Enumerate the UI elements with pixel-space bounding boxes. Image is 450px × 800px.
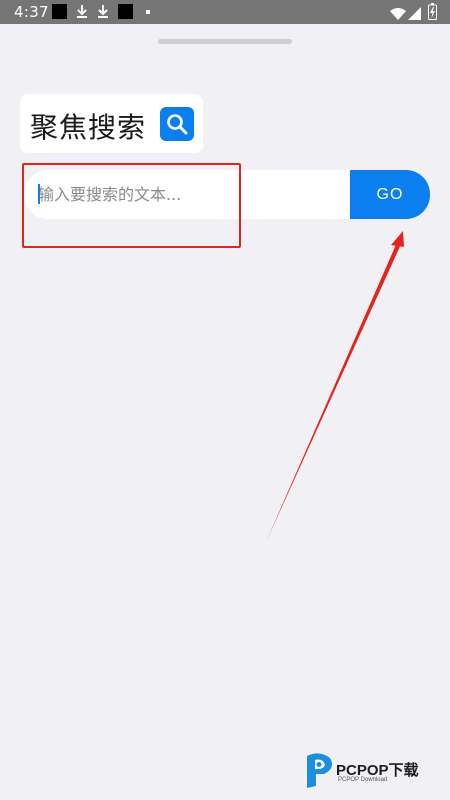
pcpop-logo [307, 753, 332, 788]
dot-icon [146, 10, 150, 14]
app-screen: 4:37 聚焦搜索 输入要搜索的文本... GO PCPOP下载 PCPOP D… [0, 0, 450, 800]
search-input[interactable] [38, 170, 338, 219]
notification-square-icon [118, 4, 133, 19]
wifi-icon [390, 5, 406, 24]
status-time: 4:37 [14, 3, 49, 21]
app-title: 聚焦搜索 [30, 111, 147, 144]
search-field[interactable] [24, 170, 350, 219]
drag-handle[interactable] [158, 39, 292, 44]
text-caret [38, 184, 40, 204]
download-icon [97, 4, 109, 19]
search-icon[interactable] [160, 107, 194, 141]
go-button[interactable]: GO [350, 170, 430, 219]
download-icon [76, 4, 88, 19]
watermark-sub: PCPOP Download [338, 777, 388, 783]
signal-icon [408, 5, 421, 24]
title-card: 聚焦搜索 [20, 94, 203, 153]
search-bar: GO [24, 170, 430, 219]
notification-square-icon [52, 4, 67, 19]
status-bar: 4:37 [0, 0, 450, 24]
battery-icon [428, 3, 437, 24]
watermark: PCPOP下载 PCPOP Download [304, 750, 444, 790]
